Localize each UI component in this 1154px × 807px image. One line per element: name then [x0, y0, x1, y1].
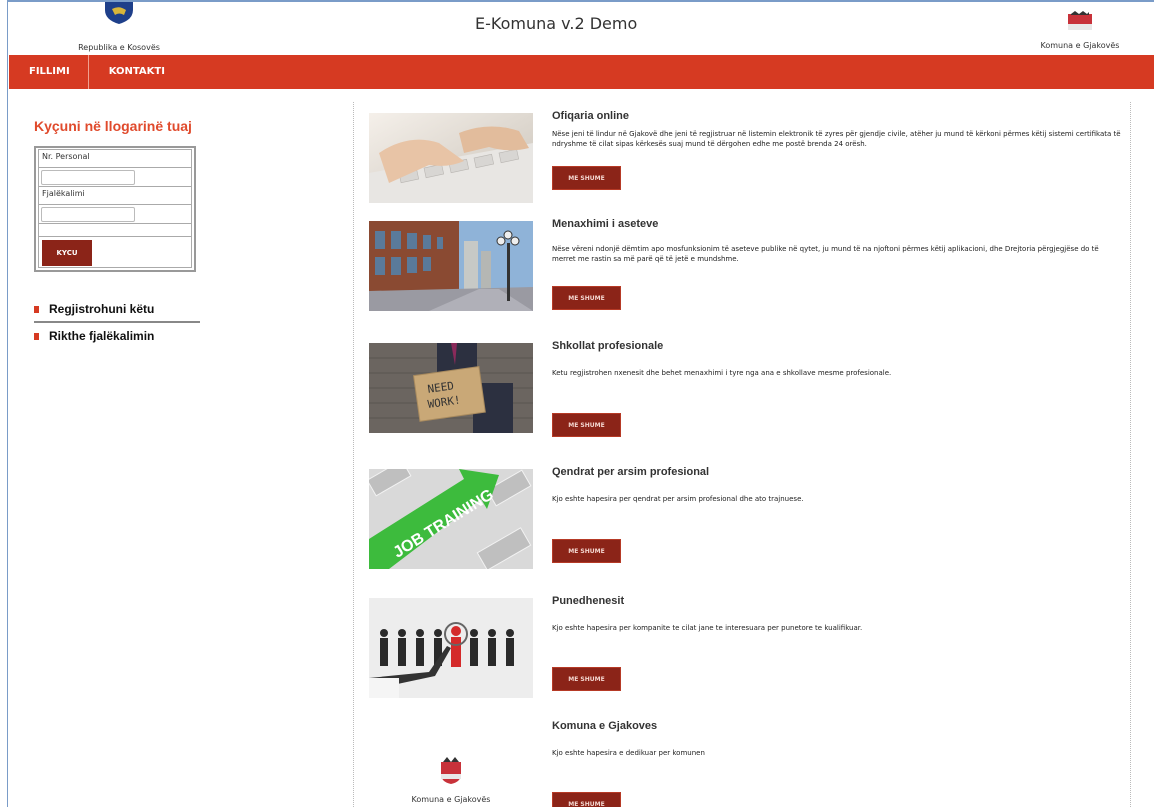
reset-password-link[interactable]: Rikthe fjalëkalimin	[34, 323, 200, 348]
personal-input-row	[38, 167, 192, 187]
service-text: Qendrat per arsim profesional Kjo eshte …	[552, 466, 1122, 504]
password-input[interactable]	[41, 207, 135, 222]
login-form: Nr. Personal Fjalëkalimi KYCU	[34, 146, 196, 272]
service-description: Ketu regjistrohen nxenesit dhe behet men…	[552, 369, 892, 377]
kosovo-shield-icon	[105, 2, 133, 24]
typing-hands-image[interactable]	[369, 113, 533, 203]
login-sidebar: Kyçuni në llogarinë tuaj Nr. Personal Fj…	[34, 118, 204, 348]
komuna-thumb-caption: Komuna e Gjakovës	[411, 795, 491, 804]
komuna-logo-thumb[interactable]: Komuna e Gjakovës	[369, 742, 533, 807]
login-spacer	[38, 223, 192, 237]
more-button-ofiqaria[interactable]: ME SHUME	[552, 166, 621, 190]
kosovo-caption: Republika e Kosovës	[78, 43, 160, 52]
bullet-icon	[34, 305, 39, 313]
register-link-label: Regjistrohuni këtu	[49, 302, 155, 316]
street-image[interactable]	[369, 221, 533, 311]
service-title[interactable]: Komuna e Gjakoves	[552, 720, 1122, 732]
service-description: Nëse jeni të lindur në Gjakovë dhe jeni …	[552, 130, 1121, 148]
site-header: Republika e Kosovës E-Komuna v.2 Demo Ko…	[9, 2, 1154, 54]
service-title[interactable]: Qendrat per arsim profesional	[552, 466, 1122, 478]
nav-kontakti[interactable]: KONTAKTI	[89, 55, 181, 89]
service-description: Kjo eshte hapesira per kompanite te cila…	[552, 624, 863, 632]
service-title[interactable]: Punedhenesit	[552, 595, 1122, 607]
password-label: Fjalëkalimi	[38, 186, 192, 205]
service-text: Komuna e Gjakoves Kjo eshte hapesira e d…	[552, 720, 1122, 758]
personal-number-input[interactable]	[41, 170, 135, 185]
service-title[interactable]: Shkollat profesionale	[552, 340, 1122, 352]
more-button-asetet[interactable]: ME SHUME	[552, 286, 621, 310]
more-button-punedhenesit[interactable]: ME SHUME	[552, 667, 621, 691]
service-title[interactable]: Ofiqaria online	[552, 110, 1122, 122]
password-input-row	[38, 204, 192, 224]
more-button-komuna[interactable]: ME SHUME	[552, 792, 621, 807]
nav-fillimi[interactable]: FILLIMI	[9, 55, 89, 89]
service-title[interactable]: Menaxhimi i aseteve	[552, 218, 1122, 230]
bullet-icon	[34, 332, 39, 340]
gjakova-logo[interactable]: Komuna e Gjakovës	[1025, 2, 1135, 50]
login-button[interactable]: KYCU	[42, 240, 92, 266]
content-divider-right	[1130, 102, 1131, 807]
personal-label: Nr. Personal	[38, 149, 192, 168]
content-divider-left	[353, 102, 354, 807]
recruitment-image[interactable]	[369, 598, 533, 698]
site-title: E-Komuna v.2 Demo	[475, 14, 638, 33]
login-button-row: KYCU	[38, 236, 192, 268]
job-training-image[interactable]: JOB TRAINING	[369, 469, 533, 569]
more-button-shkollat[interactable]: ME SHUME	[552, 413, 621, 437]
gjakova-emblem-icon	[1068, 11, 1092, 30]
main-nav: FILLIMI KONTAKTI	[9, 55, 1154, 89]
service-description: Nëse vëreni ndonjë dëmtim apo mosfunksio…	[552, 245, 1099, 263]
service-description: Kjo eshte hapesira e dedikuar per komune…	[552, 749, 705, 757]
kosovo-logo[interactable]: Republika e Kosovës	[64, 2, 174, 52]
sign-board: NEED WORK!	[412, 365, 486, 422]
reset-password-link-label: Rikthe fjalëkalimin	[49, 329, 155, 343]
side-links: Regjistrohuni këtu Rikthe fjalëkalimin	[34, 296, 200, 348]
service-text: Menaxhimi i aseteve Nëse vëreni ndonjë d…	[552, 218, 1122, 264]
need-work-image[interactable]: NEED WORK!	[369, 343, 533, 433]
login-title: Kyçuni në llogarinë tuaj	[34, 118, 192, 134]
service-text: Punedhenesit Kjo eshte hapesira per komp…	[552, 595, 1122, 633]
register-link[interactable]: Regjistrohuni këtu	[34, 296, 200, 323]
service-description: Kjo eshte hapesira per qendrat per arsim…	[552, 495, 804, 503]
service-text: Ofiqaria online Nëse jeni të lindur në G…	[552, 110, 1122, 149]
window-frame-left	[0, 0, 8, 807]
gjakova-emblem-icon	[441, 757, 461, 784]
more-button-qendrat[interactable]: ME SHUME	[552, 539, 621, 563]
gjakova-caption: Komuna e Gjakovës	[1040, 41, 1120, 50]
service-text: Shkollat profesionale Ketu regjistrohen …	[552, 340, 1122, 378]
